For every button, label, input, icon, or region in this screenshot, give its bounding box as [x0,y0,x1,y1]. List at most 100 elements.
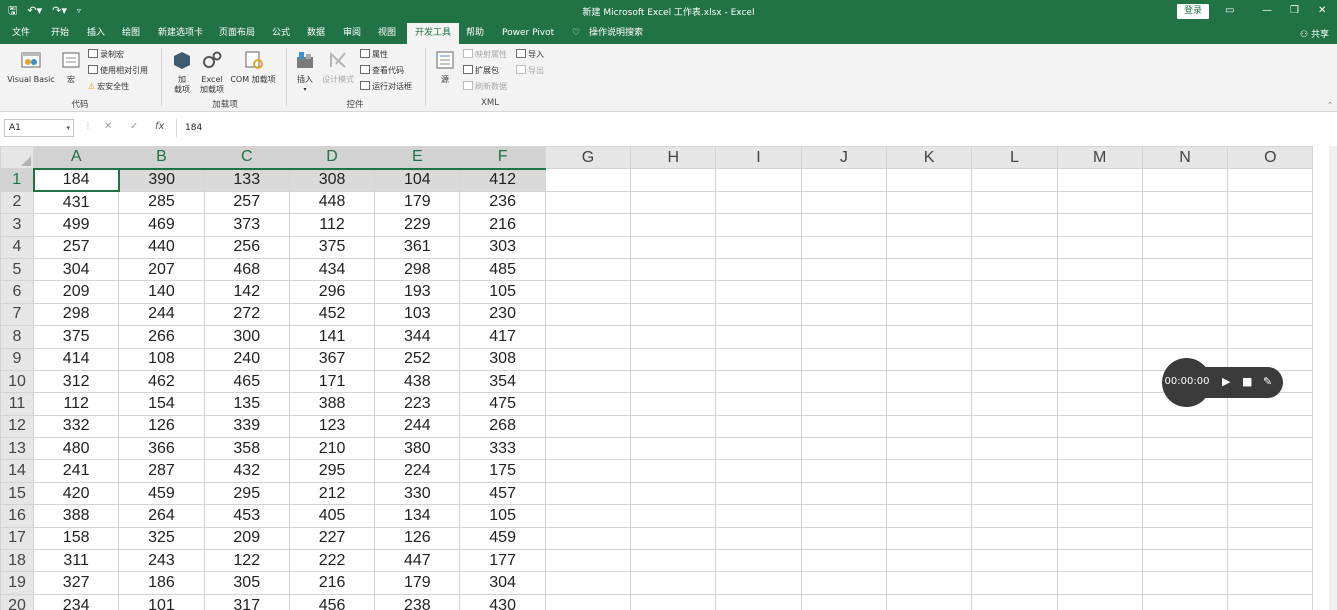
cell-o8[interactable] [1227,325,1314,349]
insert-control-button[interactable]: 插入 ▾ [293,50,317,95]
cell-i4[interactable] [715,235,802,259]
cell-b17[interactable]: 325 [118,526,205,551]
column-header-j[interactable]: J [800,145,887,170]
cell-l16[interactable] [971,504,1058,528]
cell-b2[interactable]: 285 [118,190,205,215]
cell-d12[interactable]: 123 [288,414,376,439]
cell-a15[interactable]: 420 [32,481,120,506]
cell-k9[interactable] [885,347,973,371]
cell-b5[interactable]: 207 [118,257,205,282]
cell-o7[interactable] [1227,302,1314,327]
cell-o19[interactable] [1227,571,1314,595]
cell-i11[interactable] [715,392,802,416]
macros-button[interactable]: 宏 [59,50,83,85]
cell-o13[interactable] [1227,437,1314,461]
cell-b16[interactable]: 264 [118,504,205,528]
record-macro-button[interactable]: 录制宏 [88,49,124,61]
cell-j9[interactable] [800,347,887,371]
cell-k15[interactable] [885,481,973,506]
cell-a3[interactable]: 499 [32,213,120,237]
row-header[interactable]: 6 [0,280,34,304]
cell-c18[interactable]: 122 [203,549,290,573]
cell-a10[interactable]: 312 [32,369,120,394]
cell-i13[interactable] [715,437,802,461]
cell-f13[interactable]: 333 [459,437,546,461]
cell-l19[interactable] [971,571,1058,595]
play-icon[interactable]: ▶ [1222,376,1230,388]
cell-e18[interactable]: 447 [374,549,461,573]
cell-j4[interactable] [800,235,887,259]
cell-m3[interactable] [1056,213,1143,237]
add-ins-button[interactable]: 加 载项 [170,50,194,95]
cell-m13[interactable] [1056,437,1143,461]
cell-i8[interactable] [715,325,802,349]
cell-k16[interactable] [885,504,973,528]
select-all-corner[interactable] [0,145,34,170]
cell-n20[interactable] [1141,593,1229,610]
cell-b8[interactable]: 266 [118,325,205,349]
cell-e19[interactable]: 179 [374,571,461,595]
cell-d17[interactable]: 227 [288,526,376,551]
refresh-data-button[interactable]: 刷新数据 [463,81,507,93]
cell-b1[interactable]: 390 [118,168,205,192]
cell-h6[interactable] [630,280,717,304]
row-header[interactable]: 7 [0,302,34,327]
cell-j13[interactable] [800,437,887,461]
cell-j11[interactable] [800,392,887,416]
cell-o2[interactable] [1227,190,1314,215]
column-header-k[interactable]: K [885,145,973,170]
cell-g3[interactable] [544,213,632,237]
cell-n3[interactable] [1141,213,1229,237]
cell-i14[interactable] [715,459,802,483]
cell-m17[interactable] [1056,526,1143,551]
row-header[interactable]: 1 [0,168,34,192]
cell-l14[interactable] [971,459,1058,483]
cell-i12[interactable] [715,414,802,439]
cell-k2[interactable] [885,190,973,215]
cell-g5[interactable] [544,257,632,282]
tab-file[interactable]: 文件 [6,23,36,44]
column-header-g[interactable]: G [544,145,632,170]
cell-a5[interactable]: 304 [32,257,120,282]
cell-c7[interactable]: 272 [203,302,290,327]
cell-j5[interactable] [800,257,887,282]
cell-f11[interactable]: 475 [459,392,546,416]
cell-f17[interactable]: 459 [459,526,546,551]
cell-d20[interactable]: 456 [288,593,376,610]
cell-g2[interactable] [544,190,632,215]
visual-basic-button[interactable]: Visual Basic [6,50,56,85]
cell-m18[interactable] [1056,549,1143,573]
row-header[interactable]: 11 [0,392,34,416]
cell-g16[interactable] [544,504,632,528]
cell-o18[interactable] [1227,549,1314,573]
cell-l7[interactable] [971,302,1058,327]
cell-i9[interactable] [715,347,802,371]
row-header[interactable]: 3 [0,213,34,237]
column-header-a[interactable]: A [32,145,120,170]
column-header-i[interactable]: I [715,145,802,170]
cell-k1[interactable] [885,168,973,192]
cell-m20[interactable] [1056,593,1143,610]
com-add-ins-button[interactable]: COM 加载项 [228,50,278,85]
tab-draw[interactable]: 绘图 [116,23,146,44]
cell-l5[interactable] [971,257,1058,282]
cell-h11[interactable] [630,392,717,416]
cell-n19[interactable] [1141,571,1229,595]
run-dialog-button[interactable]: 运行对话框 [360,81,412,93]
cell-g8[interactable] [544,325,632,349]
cell-j20[interactable] [800,593,887,610]
cell-g7[interactable] [544,302,632,327]
tab-data[interactable]: 数据 [301,23,331,44]
cell-b13[interactable]: 366 [118,437,205,461]
cell-f1[interactable]: 412 [459,168,546,192]
cell-f4[interactable]: 303 [459,235,546,259]
cell-f5[interactable]: 485 [459,257,546,282]
cell-g10[interactable] [544,369,632,394]
cell-i7[interactable] [715,302,802,327]
cell-d13[interactable]: 210 [288,437,376,461]
cell-e3[interactable]: 229 [374,213,461,237]
cell-n5[interactable] [1141,257,1229,282]
cell-k3[interactable] [885,213,973,237]
cell-n15[interactable] [1141,481,1229,506]
cell-h7[interactable] [630,302,717,327]
